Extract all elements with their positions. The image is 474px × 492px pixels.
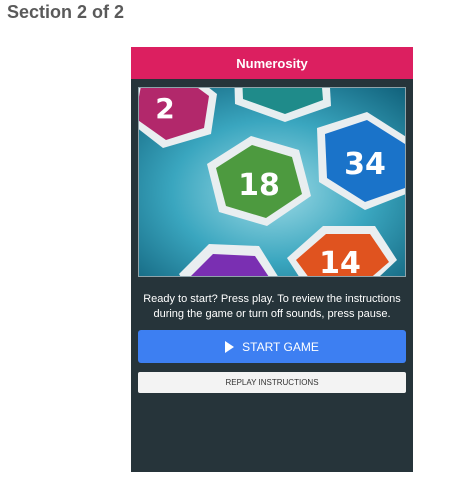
replay-instructions-label: REPLAY INSTRUCTIONS xyxy=(225,378,319,387)
play-icon xyxy=(225,340,235,353)
ready-instructions-text: Ready to start? Press play. To review th… xyxy=(143,293,401,320)
tile-number-14: 14 xyxy=(319,246,361,276)
section-title: Section 2 of 2 xyxy=(7,2,125,22)
page: Section 2 of 2 Numerosity 2 34 18 14 Rea… xyxy=(0,0,474,492)
tile-number-2: 2 xyxy=(155,92,174,125)
game-panel: Numerosity 2 34 18 14 Ready to start? Pr… xyxy=(131,47,413,472)
game-title: Numerosity xyxy=(236,55,308,71)
game-header: Numerosity xyxy=(131,47,413,79)
tile-number-18: 18 xyxy=(238,168,280,203)
replay-instructions-button[interactable]: REPLAY INSTRUCTIONS xyxy=(138,372,406,393)
start-game-button[interactable]: START GAME xyxy=(138,330,406,363)
start-game-label: START GAME xyxy=(242,339,319,354)
game-illustration: 2 34 18 14 xyxy=(138,87,406,277)
tile-number-34: 34 xyxy=(344,147,386,182)
